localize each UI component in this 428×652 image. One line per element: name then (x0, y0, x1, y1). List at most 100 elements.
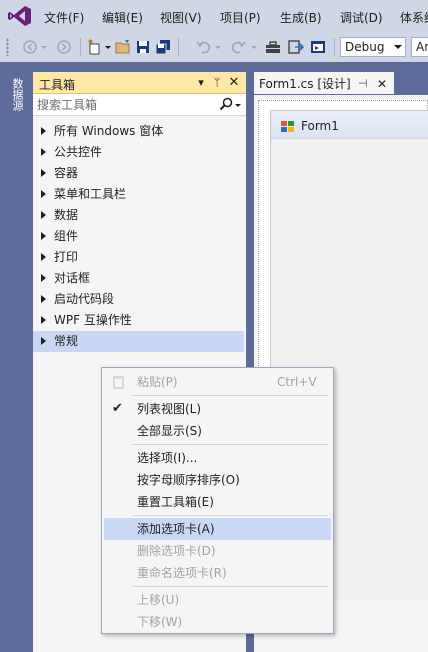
menu-item-label: 上移(U) (137, 593, 180, 607)
menu-file[interactable]: 文件(F) (44, 9, 84, 26)
tab-form1-designer[interactable]: Form1.cs [设计] ⊣ ✕ (254, 72, 394, 94)
form1-title-bar: Form1 (271, 111, 428, 139)
menu-item-label: 列表视图(L) (137, 402, 202, 416)
menu-item-label: 按字母顺序排序(O) (137, 473, 240, 487)
expand-arrow-icon[interactable] (41, 337, 46, 345)
chevron-down-icon (394, 45, 402, 49)
menu-view[interactable]: 视图(V) (160, 9, 202, 26)
menu-item-choose-items[interactable]: 选择项(I)... (104, 447, 331, 469)
expand-arrow-icon[interactable] (41, 295, 46, 303)
close-icon[interactable]: ✕ (226, 75, 242, 91)
toolbox-group-wpf-interop[interactable]: WPF 互操作性 (33, 310, 244, 331)
window-position-dropdown-icon[interactable]: ▾ (193, 75, 209, 91)
menu-debug[interactable]: 调试(D) (340, 9, 383, 26)
solution-platform-select[interactable]: An (411, 37, 428, 57)
save-all-icon[interactable] (155, 39, 171, 55)
expand-arrow-icon[interactable] (41, 274, 46, 282)
toolbox-group-containers[interactable]: 容器 (33, 163, 244, 184)
back-dropdown-icon[interactable] (40, 39, 48, 55)
menu-item-label: 删除选项卡(D) (137, 544, 216, 558)
menu-item-label: 重命名选项卡(R) (137, 566, 227, 580)
toolbox-group-label: 启动代码段 (54, 292, 115, 306)
form-icon (281, 121, 294, 132)
navigate-forward-icon[interactable] (56, 39, 72, 55)
solution-platform-value: An (416, 40, 428, 54)
menu-item-label: 选择项(I)... (137, 451, 198, 465)
toolbox-group-menus-toolbars[interactable]: 菜单和工具栏 (33, 184, 244, 205)
expand-arrow-icon[interactable] (41, 253, 46, 261)
data-sources-tab[interactable]: 数据源 (9, 68, 25, 120)
undo-dropdown-icon[interactable] (214, 39, 222, 55)
search-options-dropdown-icon[interactable] (235, 104, 241, 107)
menu-item-label: 全部显示(S) (137, 424, 202, 438)
menu-item-label: 重置工具箱(E) (137, 495, 214, 509)
visual-studio-logo-icon (8, 6, 31, 26)
expand-arrow-icon[interactable] (41, 316, 46, 324)
toolbox-group-label: 数据 (54, 208, 79, 222)
menu-item-move-down[interactable]: 下移(W) (104, 611, 331, 633)
toolbox-group-general[interactable]: 常规 (33, 331, 244, 352)
menu-item-label: 粘贴(P) (137, 375, 178, 389)
expand-arrow-icon[interactable] (41, 169, 46, 177)
menu-separator (133, 395, 328, 396)
toolbox-group-label: 菜单和工具栏 (54, 187, 127, 201)
pin-icon[interactable]: ⊣ (358, 74, 368, 94)
toolbox-group-components[interactable]: 组件 (33, 226, 244, 247)
solution-configuration-select[interactable]: Debug (340, 37, 406, 57)
output-window-icon[interactable] (288, 39, 304, 55)
menu-item-move-up[interactable]: 上移(U) (104, 589, 331, 611)
expand-arrow-icon[interactable] (41, 148, 46, 156)
menu-item-rename-tab[interactable]: 重命名选项卡(R) (104, 562, 331, 584)
expand-arrow-icon[interactable] (41, 190, 46, 198)
menu-bar: 文件(F) 编辑(E) 视图(V) 项目(P) 生成(B) 调试(D) 体系结 (0, 0, 428, 32)
toolbar-separator (334, 38, 335, 56)
toolbox-group-label: WPF 互操作性 (54, 313, 132, 327)
toolbar-separator (178, 38, 179, 56)
menu-item-reset-toolbox[interactable]: 重置工具箱(E) (104, 491, 331, 513)
toolbox-group-label: 打印 (54, 250, 79, 264)
menu-item-paste[interactable]: 粘贴(P) Ctrl+V (104, 371, 331, 393)
menu-edit[interactable]: 编辑(E) (102, 9, 143, 26)
toolbox-group-all-windows-forms[interactable]: 所有 Windows 窗体 (33, 121, 244, 142)
toolbox-group-label: 公共控件 (54, 145, 103, 159)
toolbox-icon[interactable] (265, 39, 281, 55)
new-project-icon[interactable] (87, 39, 103, 55)
toolbox-header: 工具箱 ▾ ᛘ ✕ (33, 72, 246, 94)
menu-item-delete-tab[interactable]: 删除选项卡(D) (104, 540, 331, 562)
toolbar-grip[interactable] (6, 38, 9, 56)
checkmark-icon: ✔ (112, 401, 123, 416)
solution-configuration-value: Debug (345, 40, 385, 54)
search-icon[interactable] (219, 97, 233, 111)
pin-icon[interactable]: ᛘ (209, 75, 225, 91)
new-project-dropdown-icon[interactable] (104, 39, 112, 55)
menu-architecture[interactable]: 体系结 (400, 9, 428, 26)
redo-icon[interactable] (230, 39, 246, 55)
navigate-back-icon[interactable] (22, 39, 38, 55)
tab-label: Form1.cs [设计] (259, 77, 351, 91)
menu-separator (133, 586, 328, 587)
save-icon[interactable] (135, 39, 151, 55)
toolbox-group-common-controls[interactable]: 公共控件 (33, 142, 244, 163)
menu-separator (133, 444, 328, 445)
open-folder-icon[interactable] (115, 39, 131, 55)
expand-arrow-icon[interactable] (41, 127, 46, 135)
undo-icon[interactable] (196, 39, 212, 55)
menu-item-label: 下移(W) (137, 615, 183, 629)
expand-arrow-icon[interactable] (41, 232, 46, 240)
menu-project[interactable]: 项目(P) (220, 9, 261, 26)
close-icon[interactable]: ✕ (377, 74, 387, 94)
toolbox-group-startup-snippets[interactable]: 启动代码段 (33, 289, 244, 310)
menu-item-list-view[interactable]: ✔ 列表视图(L) (104, 398, 331, 420)
expand-arrow-icon[interactable] (41, 211, 46, 219)
menu-build[interactable]: 生成(B) (280, 9, 322, 26)
toolbox-group-label: 组件 (54, 229, 79, 243)
toolbox-search-input[interactable] (37, 96, 207, 114)
extension-window-icon[interactable] (310, 39, 326, 55)
menu-item-add-tab[interactable]: 添加选项卡(A) (104, 518, 331, 540)
toolbox-group-dialogs[interactable]: 对话框 (33, 268, 244, 289)
menu-item-show-all[interactable]: 全部显示(S) (104, 420, 331, 442)
toolbox-group-printing[interactable]: 打印 (33, 247, 244, 268)
redo-dropdown-icon[interactable] (250, 39, 258, 55)
menu-item-sort-alphabetically[interactable]: 按字母顺序排序(O) (104, 469, 331, 491)
toolbox-group-data[interactable]: 数据 (33, 205, 244, 226)
